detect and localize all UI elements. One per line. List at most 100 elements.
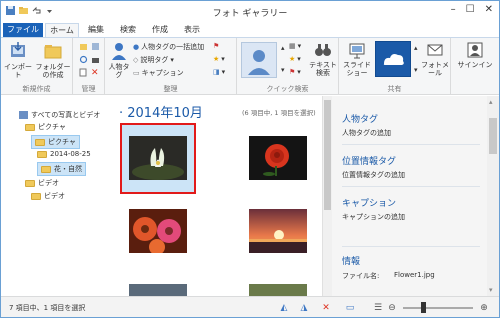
tab-home[interactable]: ホーム — [45, 23, 79, 37]
add-caption-link[interactable]: キャプションの追加 — [342, 212, 405, 222]
text-search-button[interactable]: テキスト検索 — [309, 41, 337, 77]
slideshow-label: スライドショー — [343, 61, 371, 77]
rotate-right-icon[interactable]: ◮ — [297, 301, 311, 314]
zoom-slider-track[interactable] — [403, 307, 473, 309]
zoom-in-icon[interactable]: ⊕ — [477, 301, 491, 314]
zoom-out-icon[interactable]: ⊖ — [385, 301, 399, 314]
caption-tag-button[interactable]: ◇ 説明タグ ▾ — [133, 55, 174, 65]
copy-icon[interactable] — [79, 68, 88, 77]
onedrive-button[interactable] — [375, 41, 411, 77]
rotate-left-icon[interactable]: ◭ — [277, 301, 291, 314]
color-icon[interactable]: ◨ ▾ — [213, 68, 225, 76]
thumbnail-gerbera[interactable] — [129, 209, 187, 255]
thumbnail-rose[interactable] — [249, 136, 307, 180]
slideshow-status-icon[interactable]: ▭ — [343, 301, 357, 314]
text-search-label: テキスト検索 — [309, 61, 337, 77]
folder-icon — [37, 150, 47, 158]
group-quick-find: ▴ ▾ ▦ ▾ ★ ▾ ⚑ ▾ テキスト検索 クイック検索 — [237, 38, 339, 95]
close-icon[interactable]: ✕ — [485, 4, 493, 15]
new-folder-icon — [44, 45, 62, 59]
grid-scrollbar-thumb[interactable] — [324, 100, 331, 210]
caption-button[interactable]: ▭ キャプション — [133, 68, 184, 78]
add-geotag-link[interactable]: 位置情報タグの追加 — [342, 170, 405, 180]
status-text: 7 項目中、1 項目を選択 — [9, 304, 86, 312]
tab-edit[interactable]: 編集 — [81, 23, 111, 37]
new-folder-button[interactable]: フォルダーの作成 — [35, 41, 71, 79]
photo-email-button[interactable]: フォトメール — [421, 41, 449, 77]
add-people-tag-link[interactable]: 人物タグの追加 — [342, 128, 391, 138]
filter-scroll-down[interactable]: ▾ — [281, 66, 285, 74]
rotate-icon[interactable] — [79, 55, 88, 64]
new-folder-label: フォルダーの作成 — [35, 63, 71, 79]
info-heading: 情報 — [342, 257, 361, 267]
thumbnail-sunset[interactable] — [249, 209, 307, 253]
scroll-up-arrow-icon[interactable]: ▴ — [489, 98, 493, 106]
tree-folder-2014-08-25[interactable]: 2014-08-25 — [37, 150, 91, 158]
import-label: インポート — [4, 63, 32, 79]
divider — [342, 246, 480, 247]
window-controls: – ☐ ✕ — [451, 4, 493, 15]
title-bar: フォト ギャラリー – ☐ ✕ — [1, 1, 499, 23]
detail-view-icon[interactable]: ☰ — [371, 301, 385, 314]
zoom-slider-thumb[interactable] — [421, 302, 426, 313]
batch-people-tag-button[interactable]: ● 人物タグの一括追加 — [133, 42, 204, 52]
folder-icon — [41, 165, 51, 173]
ribbon: インポート フォルダーの作成 新規作成 ✕ 管理 人物タグ ● 人物タグの一括追加… — [1, 37, 499, 95]
thumbnail-lotus[interactable] — [129, 136, 187, 180]
details-pane: 人物タグ 人物タグの追加 位置情報タグ 位置情報タグの追加 キャプション キャプ… — [332, 96, 487, 296]
tree-videos-sub[interactable]: ビデオ — [31, 191, 65, 201]
share-scroll-down[interactable]: ▾ — [414, 66, 418, 74]
tree-pictures-sub[interactable]: ピクチャ — [31, 135, 80, 149]
email-icon — [427, 44, 443, 56]
details-scrollbar-thumb[interactable] — [489, 118, 497, 154]
geotag-heading: 位置情報タグ — [342, 157, 397, 167]
caption-heading: キャプション — [342, 199, 397, 209]
divider — [342, 144, 480, 145]
manage-icon-1[interactable] — [79, 42, 88, 51]
group-organize: 人物タグ ● 人物タグの一括追加 ◇ 説明タグ ▾ ▭ キャプション ⚑ ★ ▾ ◨ ▾ 整… — [105, 38, 237, 95]
person-icon — [112, 43, 126, 60]
camera-icon[interactable] — [91, 55, 100, 64]
people-icon: ● — [133, 43, 140, 51]
flag-filter-icon[interactable]: ⚑ ▾ — [289, 68, 301, 76]
rating-star-icon[interactable]: ★ ▾ — [213, 55, 225, 63]
delete-icon[interactable]: ✕ — [91, 68, 99, 78]
tab-file[interactable]: ファイル — [3, 23, 43, 37]
tree-videos[interactable]: ビデオ — [25, 178, 59, 188]
maximize-icon[interactable]: ☐ — [466, 4, 475, 15]
people-tag-label: 人物タグ — [108, 63, 130, 79]
filter-scroll-up[interactable]: ▴ — [281, 44, 285, 52]
tab-create[interactable]: 作成 — [145, 23, 175, 37]
import-button[interactable]: インポート — [3, 41, 33, 79]
tab-search[interactable]: 検索 — [113, 23, 143, 37]
share-scroll-up[interactable]: ▴ — [414, 44, 418, 52]
scroll-down-arrow-icon[interactable]: ▾ — [489, 286, 493, 294]
group-new-label: 新規作成 — [22, 85, 51, 93]
date-group-header[interactable]: · 2014年10月 — [119, 102, 203, 121]
manage-icon-2[interactable] — [91, 42, 100, 51]
thumbnail-item6[interactable] — [249, 284, 307, 296]
folder-icon — [25, 179, 35, 187]
sign-in-button[interactable]: サインイン — [455, 41, 495, 69]
import-icon — [11, 42, 25, 57]
people-tag-button[interactable]: 人物タグ — [108, 41, 130, 79]
group-share-label: 共有 — [387, 85, 402, 93]
photo-gallery-window: フォト ギャラリー – ☐ ✕ ファイル ホーム 編集 検索 作成 表示 インポ… — [0, 0, 500, 318]
grid-scrollbar[interactable] — [322, 96, 332, 296]
slideshow-button[interactable]: スライドショー — [342, 41, 372, 77]
people-filter-box[interactable] — [241, 42, 277, 78]
tree-all-photos[interactable]: すべての写真とビデオ — [19, 110, 100, 120]
group-manage: ✕ 管理 — [73, 38, 105, 95]
tab-view[interactable]: 表示 — [177, 23, 207, 37]
details-scrollbar[interactable]: ▴ ▾ — [487, 96, 499, 296]
tree-folder-flowers[interactable]: 花・自然 — [37, 162, 86, 176]
delete-status-icon[interactable]: ✕ — [319, 301, 333, 314]
calendar-icon[interactable]: ▦ ▾ — [289, 42, 301, 50]
star-filter-icon[interactable]: ★ ▾ — [289, 55, 301, 63]
minimize-icon[interactable]: – — [451, 4, 456, 15]
slideshow-icon — [349, 43, 365, 59]
tree-pictures[interactable]: ピクチャ — [25, 122, 66, 132]
thumbnail-item5[interactable] — [129, 284, 187, 296]
dropdown-arrow-icon: ▾ — [170, 56, 174, 64]
flag-icon[interactable]: ⚑ — [213, 42, 219, 50]
